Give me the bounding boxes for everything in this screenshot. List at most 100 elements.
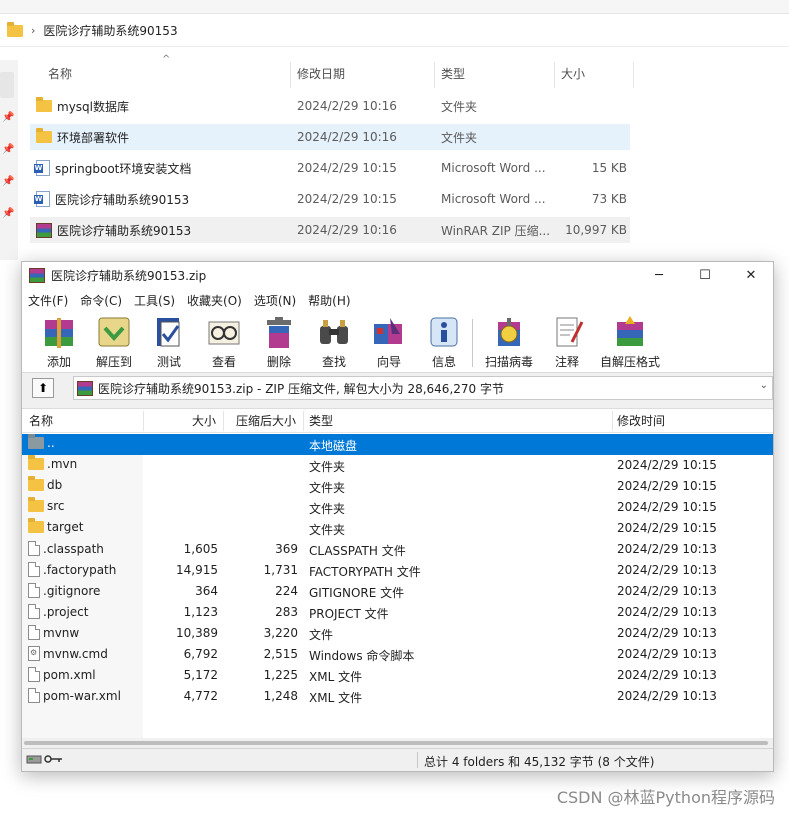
entry-modified: 2024/2/29 10:13	[617, 689, 717, 703]
minimize-button[interactable]: ─	[636, 262, 682, 289]
entry-name: mvnw	[43, 625, 80, 640]
nav-selected-item[interactable]	[0, 72, 14, 98]
entry-modified: 2024/2/29 10:15	[617, 521, 717, 535]
breadcrumb[interactable]: 医院诊疗辅助系统90153	[43, 22, 177, 39]
view-button[interactable]: 查看	[196, 314, 252, 372]
pin-icon[interactable]: 📌	[2, 176, 14, 187]
entry-type: FACTORYPATH 文件	[309, 565, 421, 579]
table-row-selected[interactable]: .. 本地磁盘	[22, 434, 773, 455]
menu-commands[interactable]: 命令(C)	[80, 292, 122, 309]
chevron-down-icon[interactable]: ⌄	[760, 380, 768, 391]
table-row[interactable]: mvnw 10,389 3,220 文件 2024/2/29 10:13	[22, 623, 773, 644]
table-row[interactable]: mvnw.cmd 6,792 2,515 Windows 命令脚本 2024/2…	[22, 644, 773, 665]
table-row[interactable]: db 文件夹 2024/2/29 10:15	[22, 476, 773, 497]
column-divider[interactable]	[303, 411, 304, 431]
path-dropdown[interactable]: 医院诊疗辅助系统90153.zip - ZIP 压缩文件, 解包大小为 28,6…	[73, 376, 773, 400]
virus-scan-icon	[490, 314, 528, 350]
table-row[interactable]: .mvn 文件夹 2024/2/29 10:15	[22, 455, 773, 476]
file-list-header: ^ 名称 大小 压缩后大小 类型 修改时间	[22, 409, 773, 433]
menu-help[interactable]: 帮助(H)	[308, 292, 350, 309]
entry-packed: 283	[275, 605, 298, 619]
menu-file[interactable]: 文件(F)	[28, 292, 68, 309]
entry-type: 文件夹	[309, 523, 346, 537]
entry-size: 364	[195, 584, 218, 598]
pin-icon[interactable]: 📌	[2, 144, 14, 155]
info-button[interactable]: 信息	[416, 314, 472, 372]
delete-button[interactable]: 删除	[251, 314, 307, 372]
column-divider[interactable]	[223, 411, 224, 431]
col-type[interactable]: 类型	[309, 409, 333, 433]
title-bar[interactable]: 医院诊疗辅助系统90153.zip ─ ☐ ✕	[22, 262, 773, 289]
table-row[interactable]: .classpath 1,605 369 CLASSPATH 文件 2024/2…	[22, 539, 773, 560]
folder-icon	[28, 497, 44, 512]
explorer-row-selected[interactable]: 环境部署软件 2024/2/29 10:16 文件夹	[30, 124, 630, 150]
find-button[interactable]: 查找	[306, 314, 362, 372]
col-name[interactable]: 名称	[44, 60, 72, 88]
col-modified[interactable]: 修改时间	[617, 409, 665, 433]
col-size[interactable]: 大小	[557, 60, 585, 88]
file-name: mysql数据库	[57, 99, 129, 114]
table-row[interactable]: .factorypath 14,915 1,731 FACTORYPATH 文件…	[22, 560, 773, 581]
col-packed[interactable]: 压缩后大小	[236, 409, 296, 433]
pin-icon[interactable]: 📌	[2, 112, 14, 123]
scrollbar-thumb[interactable]	[24, 741, 768, 745]
drive-icon[interactable]	[26, 753, 42, 765]
file-name: 环境部署软件	[57, 130, 130, 145]
wizard-button[interactable]: 向导	[361, 314, 417, 372]
add-button[interactable]: 添加	[31, 314, 87, 372]
col-date[interactable]: 修改日期	[293, 60, 345, 88]
menu-options[interactable]: 选项(N)	[254, 292, 296, 309]
horizontal-scrollbar[interactable]	[22, 738, 773, 748]
entry-type: 文件	[309, 628, 334, 642]
column-divider[interactable]	[612, 411, 613, 431]
explorer-row[interactable]: 医院诊疗辅助系统90153 2024/2/29 10:15 Microsoft …	[30, 186, 630, 212]
entry-name: target	[47, 520, 84, 534]
folder-icon	[36, 97, 52, 112]
table-row[interactable]: pom.xml 5,172 1,225 XML 文件 2024/2/29 10:…	[22, 665, 773, 686]
virus-scan-button[interactable]: 扫描病毒	[481, 314, 537, 372]
test-button[interactable]: 测试	[141, 314, 197, 372]
folder-icon	[28, 476, 44, 491]
maximize-button[interactable]: ☐	[682, 262, 728, 289]
file-icon	[28, 583, 40, 598]
table-row[interactable]: target 文件夹 2024/2/29 10:15	[22, 518, 773, 539]
column-divider[interactable]	[633, 62, 634, 88]
table-row[interactable]: src 文件夹 2024/2/29 10:15	[22, 497, 773, 518]
extract-to-label: 解压到	[95, 355, 132, 369]
file-date: 2024/2/29 10:15	[297, 161, 397, 175]
col-size[interactable]: 大小	[192, 409, 216, 433]
explorer-row[interactable]: springboot环境安装文档 2024/2/29 10:15 Microso…	[30, 155, 630, 181]
sfx-button[interactable]: 自解压格式	[597, 314, 663, 372]
menu-favorites[interactable]: 收藏夹(O)	[187, 292, 242, 309]
col-name[interactable]: 名称	[29, 409, 53, 433]
info-icon	[425, 314, 463, 350]
file-name: springboot环境安装文档	[55, 161, 192, 176]
column-divider[interactable]	[554, 62, 555, 88]
explorer-row-hover[interactable]: 医院诊疗辅助系统90153 2024/2/29 10:16 WinRAR ZIP…	[30, 217, 630, 243]
pin-icon[interactable]: 📌	[2, 208, 14, 219]
key-icon[interactable]	[44, 753, 64, 765]
extract-to-button[interactable]: 解压到	[86, 314, 142, 372]
file-list[interactable]: ^ 名称 大小 压缩后大小 类型 修改时间 .. 本地磁盘 .mvn 文件夹 2…	[22, 408, 773, 738]
up-folder-button[interactable]: ⬆	[32, 378, 54, 398]
watermark: CSDN @林蓝Python程序源码	[556, 788, 775, 807]
column-divider[interactable]	[434, 62, 435, 88]
table-row[interactable]: .project 1,123 283 PROJECT 文件 2024/2/29 …	[22, 602, 773, 623]
entry-size: 6,792	[183, 647, 218, 661]
explorer-address-bar[interactable]: › 医院诊疗辅助系统90153	[0, 15, 789, 47]
comment-button[interactable]: 注释	[539, 314, 595, 372]
col-type[interactable]: 类型	[437, 60, 465, 88]
table-row[interactable]: .gitignore 364 224 GITIGNORE 文件 2024/2/2…	[22, 581, 773, 602]
column-divider[interactable]	[143, 411, 144, 431]
menu-tools[interactable]: 工具(S)	[134, 292, 175, 309]
chevron-right-icon[interactable]: ›	[31, 24, 35, 37]
file-date: 2024/2/29 10:16	[297, 223, 397, 237]
sort-ascending-icon: ^	[79, 408, 87, 414]
folder-icon	[36, 128, 52, 143]
close-button[interactable]: ✕	[728, 262, 774, 289]
entry-modified: 2024/2/29 10:13	[617, 647, 717, 661]
table-row[interactable]: pom-war.xml 4,772 1,248 XML 文件 2024/2/29…	[22, 686, 773, 707]
file-icon	[28, 688, 40, 703]
column-divider[interactable]	[290, 62, 291, 88]
explorer-row[interactable]: mysql数据库 2024/2/29 10:16 文件夹	[30, 93, 630, 119]
